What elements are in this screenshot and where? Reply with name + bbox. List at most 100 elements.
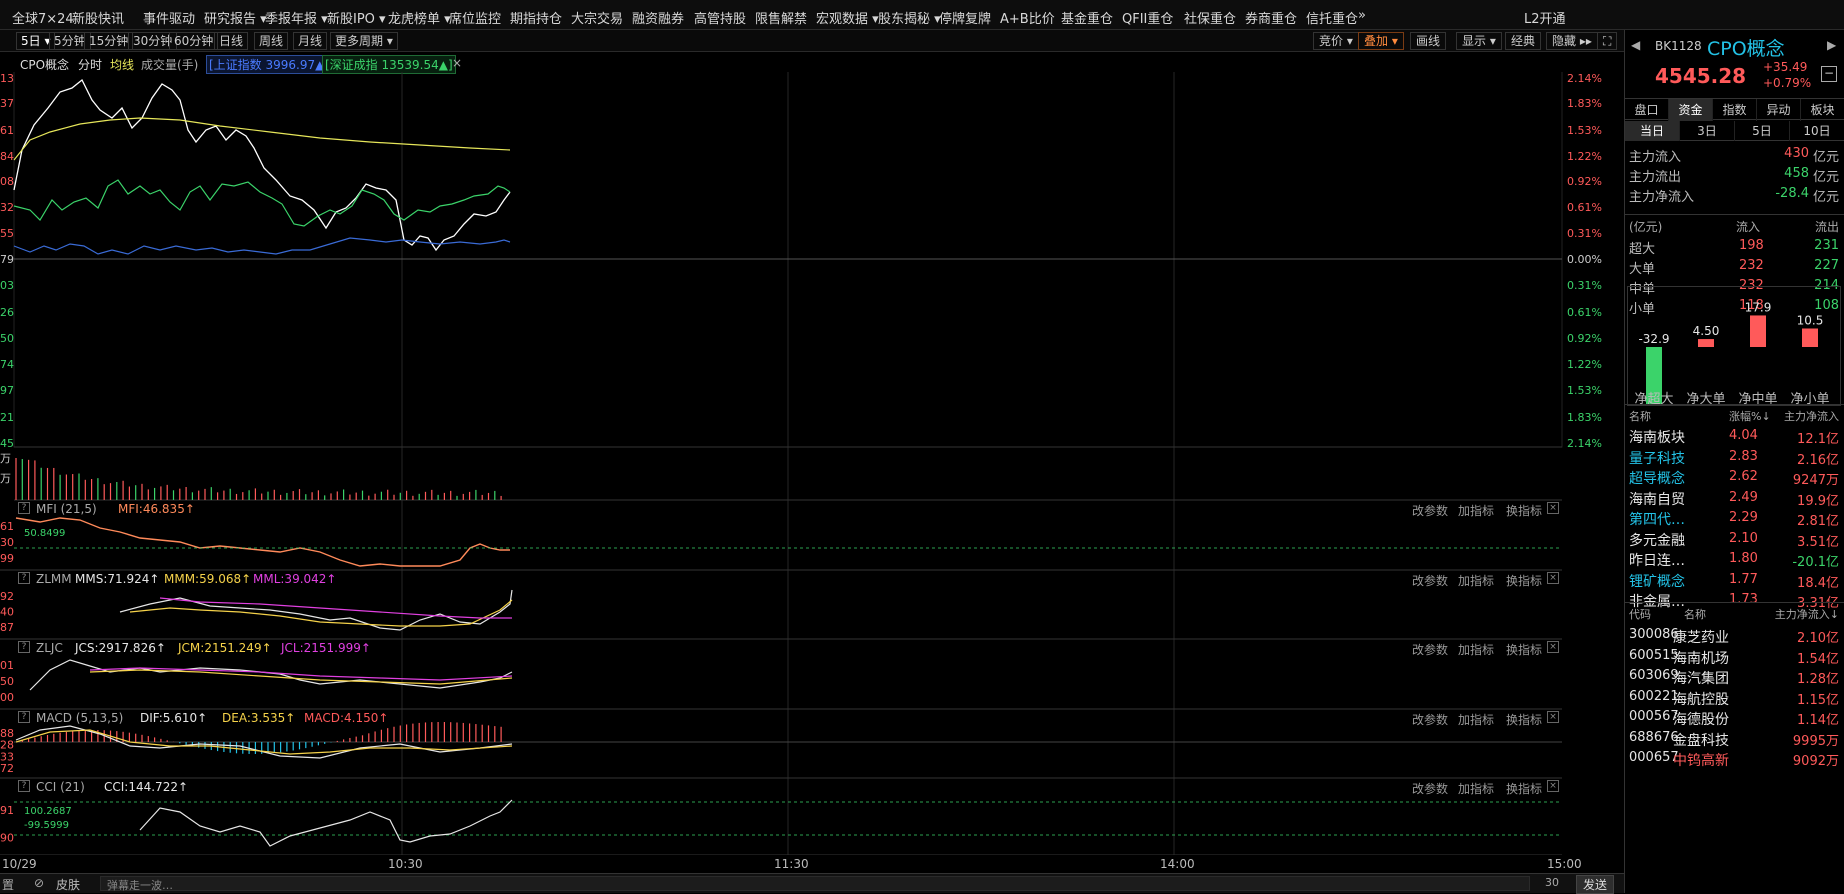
toolbar-right-2[interactable]: 画线 xyxy=(1410,32,1447,50)
skin-button[interactable]: 皮肤 xyxy=(56,876,80,893)
stock-header-code[interactable]: 代码 xyxy=(1629,606,1651,622)
panel-action-0[interactable]: 改参数 xyxy=(1412,711,1448,728)
sector-row[interactable]: 第四代… 2.29 2.81亿 xyxy=(1629,507,1839,529)
sector-header-flow[interactable]: 主力净流入 xyxy=(1784,408,1839,424)
nav-item-15[interactable]: 停牌复牌 xyxy=(939,8,991,27)
nav-item-5[interactable]: 新股IPO ▾ xyxy=(327,8,386,27)
panel-action-1[interactable]: 加指标 xyxy=(1458,711,1494,728)
nav-item-16[interactable]: A+B比价 xyxy=(1000,8,1055,27)
stock-row-code[interactable]: 688676 xyxy=(1629,730,1679,745)
panel-close-icon[interactable]: × xyxy=(1547,641,1559,653)
nav-item-4[interactable]: 季报年报 ▾ xyxy=(265,8,328,27)
stock-row-name[interactable]: 康芝药业 xyxy=(1673,627,1729,647)
sub-tab-3[interactable]: 10日 xyxy=(1790,121,1844,141)
nav-item-3[interactable]: 研究报告 ▾ xyxy=(204,8,267,27)
period-6[interactable]: 周线 xyxy=(254,32,289,50)
stock-row-code[interactable]: 600515 xyxy=(1629,648,1679,663)
panel-help-icon[interactable]: ? xyxy=(18,641,30,653)
panel-action-2[interactable]: 换指标 xyxy=(1506,502,1542,519)
sector-row-name[interactable]: 超导概念 xyxy=(1629,468,1685,488)
sector-row[interactable]: 海南自贸 2.49 19.9亿 xyxy=(1629,487,1839,509)
period-2[interactable]: 15分钟 xyxy=(84,32,134,50)
stock-row-name[interactable]: 海航控股 xyxy=(1673,689,1729,709)
stock-row[interactable]: 600221 海航控股 1.15亿 xyxy=(1629,687,1839,709)
panel-action-0[interactable]: 改参数 xyxy=(1412,572,1448,589)
sector-row-name[interactable]: 第四代… xyxy=(1629,509,1685,529)
sector-row[interactable]: 海南板块 4.04 12.1亿 xyxy=(1629,425,1839,447)
sector-row-name[interactable]: 量子科技 xyxy=(1629,448,1685,468)
panel-action-1[interactable]: 加指标 xyxy=(1458,641,1494,658)
stock-row-code[interactable]: 300086 xyxy=(1629,627,1679,642)
panel-action-1[interactable]: 加指标 xyxy=(1458,502,1494,519)
panel-help-icon[interactable]: ? xyxy=(18,711,30,723)
stock-row[interactable]: 600515 海南机场 1.54亿 xyxy=(1629,646,1839,667)
toolbar-right-0[interactable]: 竞价 ▾ xyxy=(1313,32,1359,50)
nav-item-7[interactable]: 席位监控 xyxy=(449,8,501,27)
minimize-icon[interactable]: − xyxy=(1821,66,1837,82)
period-5[interactable]: 日线 xyxy=(214,32,249,50)
settings-label[interactable]: 置 xyxy=(2,876,14,893)
nav-item-1[interactable]: 新股快讯 xyxy=(72,8,124,27)
panel-action-1[interactable]: 加指标 xyxy=(1458,572,1494,589)
period-4[interactable]: 60分钟 xyxy=(169,32,219,50)
legend-timeshare[interactable]: 分时 xyxy=(78,56,102,73)
sector-row-name[interactable]: 昨日连… xyxy=(1629,550,1685,570)
panel-action-1[interactable]: 加指标 xyxy=(1458,780,1494,797)
toolbar-right-4[interactable]: 经典 xyxy=(1505,32,1542,50)
panel-help-icon[interactable]: ? xyxy=(18,502,30,514)
right-tab-3[interactable]: 异动 xyxy=(1757,99,1801,121)
stock-header-name[interactable]: 名称 xyxy=(1684,606,1706,622)
nav-item-11[interactable]: 高管持股 xyxy=(694,8,746,27)
sector-row-name[interactable]: 锂矿概念 xyxy=(1629,571,1685,591)
panel-help-icon[interactable]: ? xyxy=(18,780,30,792)
sector-row[interactable]: 锂矿概念 1.77 18.4亿 xyxy=(1629,569,1839,591)
sector-header-name[interactable]: 名称 xyxy=(1629,408,1651,424)
sub-tab-1[interactable]: 3日 xyxy=(1680,121,1735,141)
stock-row[interactable]: 688676 金盘科技 9995万 xyxy=(1629,728,1839,749)
panel-action-0[interactable]: 改参数 xyxy=(1412,780,1448,797)
nav-item-0[interactable]: 全球7×24 xyxy=(12,8,74,27)
panel-action-2[interactable]: 换指标 xyxy=(1506,780,1542,797)
period-8[interactable]: 更多周期 ▾ xyxy=(330,32,398,50)
panel-close-icon[interactable]: × xyxy=(1547,780,1559,792)
stock-row-name[interactable]: 海德股份 xyxy=(1673,709,1729,729)
nav-item-18[interactable]: QFII重仓 xyxy=(1122,8,1173,27)
stock-row[interactable]: 603069 海汽集团 1.28亿 xyxy=(1629,666,1839,687)
legend-avg-line[interactable]: 均线 xyxy=(110,56,134,73)
nav-item-20[interactable]: 券商重仓 xyxy=(1245,8,1297,27)
prev-arrow-icon[interactable]: ◀ xyxy=(1631,38,1640,52)
panel-title[interactable]: CCI (21) xyxy=(36,780,85,794)
skin-icon[interactable]: ⊘ xyxy=(34,876,44,890)
right-tab-2[interactable]: 指数 xyxy=(1713,99,1757,121)
panel-action-0[interactable]: 改参数 xyxy=(1412,502,1448,519)
sub-tab-2[interactable]: 5日 xyxy=(1735,121,1790,141)
right-tab-0[interactable]: 盘口 xyxy=(1625,99,1669,121)
nav-item-14[interactable]: 股东揭秘 ▾ xyxy=(878,8,941,27)
stock-row[interactable]: 000657 中钨高新 9092万 xyxy=(1629,748,1839,770)
toolbar-right-5[interactable]: 隐藏 ▸▸ xyxy=(1546,32,1598,50)
sector-row-name[interactable]: 海南自贸 xyxy=(1629,489,1685,509)
nav-item-22[interactable]: » xyxy=(1358,8,1366,23)
panel-action-0[interactable]: 改参数 xyxy=(1412,641,1448,658)
stock-row-code[interactable]: 000657 xyxy=(1629,750,1679,765)
stock-header-flow[interactable]: 主力净流入↓ xyxy=(1775,606,1839,622)
nav-item-17[interactable]: 基金重仓 xyxy=(1061,8,1113,27)
nav-item-21[interactable]: 信托重仓 xyxy=(1306,8,1358,27)
nav-item-10[interactable]: 融资融券 xyxy=(632,8,684,27)
panel-close-icon[interactable]: × xyxy=(1547,502,1559,514)
stock-row-name[interactable]: 中钨高新 xyxy=(1673,750,1729,770)
nav-item-23[interactable]: L2开通 xyxy=(1524,8,1566,27)
panel-help-icon[interactable]: ? xyxy=(18,572,30,584)
nav-item-13[interactable]: 宏观数据 ▾ xyxy=(816,8,879,27)
sub-tab-0[interactable]: 当日 xyxy=(1625,121,1680,141)
panel-action-2[interactable]: 换指标 xyxy=(1506,641,1542,658)
stock-row-code[interactable]: 000567 xyxy=(1629,709,1679,724)
nav-item-12[interactable]: 限售解禁 xyxy=(755,8,807,27)
nav-item-8[interactable]: 期指持仓 xyxy=(510,8,562,27)
next-arrow-icon[interactable]: ▶ xyxy=(1827,38,1836,52)
right-tab-4[interactable]: 板块 xyxy=(1801,99,1844,121)
panel-action-2[interactable]: 换指标 xyxy=(1506,711,1542,728)
sector-row[interactable]: 超导概念 2.62 9247万 xyxy=(1629,466,1839,488)
toolbar-right-1[interactable]: 叠加 ▾ xyxy=(1358,32,1404,50)
panel-title[interactable]: MFI (21,5) xyxy=(36,502,97,516)
